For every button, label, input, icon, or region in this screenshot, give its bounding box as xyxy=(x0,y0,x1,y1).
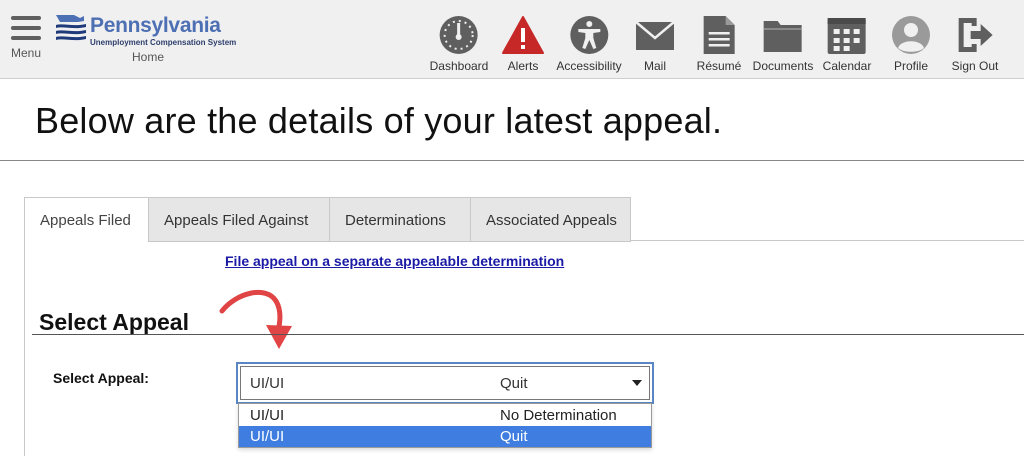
tab-panel-border xyxy=(24,241,25,456)
option-appeal-reason: No Determination xyxy=(500,407,617,424)
menu-label: Menu xyxy=(10,46,42,60)
accessibility-icon xyxy=(569,16,608,54)
selected-appeal-reason: Quit xyxy=(500,375,528,392)
nav-profile[interactable]: Profile xyxy=(889,14,933,73)
top-nav-bar: Menu Pennsylvania Unemployment Compensat… xyxy=(0,0,1024,79)
option-appeal-type: UI/UI xyxy=(250,428,285,445)
option-appeal-type: UI/UI xyxy=(250,407,285,424)
nav-resume[interactable]: Résumé xyxy=(696,14,742,73)
section-title: Select Appeal xyxy=(39,309,189,335)
tab-associated-appeals[interactable]: Associated Appeals xyxy=(470,197,631,242)
nav-calendar-label: Calendar xyxy=(822,59,872,73)
nav-resume-label: Résumé xyxy=(696,59,742,73)
home-link[interactable]: Home xyxy=(132,50,164,64)
logo-subtitle: Unemployment Compensation System xyxy=(90,38,237,47)
nav-mail[interactable]: Mail xyxy=(633,14,677,73)
select-appeal-dropdown[interactable]: UI/UI Quit xyxy=(236,362,654,404)
calendar-icon xyxy=(827,18,866,54)
tab-appeals-filed[interactable]: Appeals Filed xyxy=(24,197,149,242)
select-appeal-label: Select Appeal: xyxy=(53,370,149,386)
page-title: Below are the details of your latest app… xyxy=(35,100,723,141)
folder-icon xyxy=(763,21,802,52)
nav-accessibility-label: Accessibility xyxy=(556,59,622,73)
section-divider xyxy=(32,334,1024,335)
alert-triangle-icon xyxy=(502,16,544,54)
chevron-down-icon xyxy=(632,380,642,386)
nav-alerts-label: Alerts xyxy=(507,59,539,73)
dashboard-gauge-icon xyxy=(440,16,478,54)
dropdown-option[interactable]: UI/UI No Determination xyxy=(239,405,651,426)
hamburger-icon xyxy=(10,14,42,44)
tab-determinations[interactable]: Determinations xyxy=(329,197,471,242)
pennsylvania-logo[interactable]: Pennsylvania Unemployment Compensation S… xyxy=(54,13,254,53)
nav-accessibility[interactable]: Accessibility xyxy=(556,14,622,73)
mail-envelope-icon xyxy=(635,21,675,50)
option-appeal-reason: Quit xyxy=(500,428,528,445)
logo-title: Pennsylvania xyxy=(90,14,221,37)
nav-sign-out-label: Sign Out xyxy=(951,59,999,73)
annotation-arrow-icon xyxy=(219,289,292,349)
tabs-baseline xyxy=(630,240,1024,241)
selected-appeal-type: UI/UI xyxy=(250,375,285,392)
keystone-flag-icon xyxy=(56,15,86,41)
profile-user-icon xyxy=(892,16,930,54)
select-inner-border xyxy=(240,366,650,400)
select-appeal-options: UI/UI No Determination UI/UI Quit xyxy=(238,403,652,448)
title-divider xyxy=(0,160,1024,161)
nav-sign-out[interactable]: Sign Out xyxy=(951,14,999,73)
nav-documents-label: Documents xyxy=(752,59,814,73)
resume-document-icon xyxy=(704,16,735,54)
nav-dashboard[interactable]: Dashboard xyxy=(429,14,489,73)
nav-calendar[interactable]: Calendar xyxy=(822,14,872,73)
nav-mail-label: Mail xyxy=(643,59,666,73)
file-separate-appeal-link[interactable]: File appeal on a separate appealable det… xyxy=(225,253,564,269)
tab-appeals-filed-against[interactable]: Appeals Filed Against xyxy=(148,197,330,242)
nav-alerts[interactable]: Alerts xyxy=(501,14,545,73)
menu-button[interactable]: Menu xyxy=(8,14,44,60)
nav-dashboard-label: Dashboard xyxy=(429,59,489,73)
nav-documents[interactable]: Documents xyxy=(752,14,814,73)
nav-profile-label: Profile xyxy=(893,59,928,73)
sign-out-icon xyxy=(958,18,993,52)
dropdown-option-selected[interactable]: UI/UI Quit xyxy=(239,426,651,447)
